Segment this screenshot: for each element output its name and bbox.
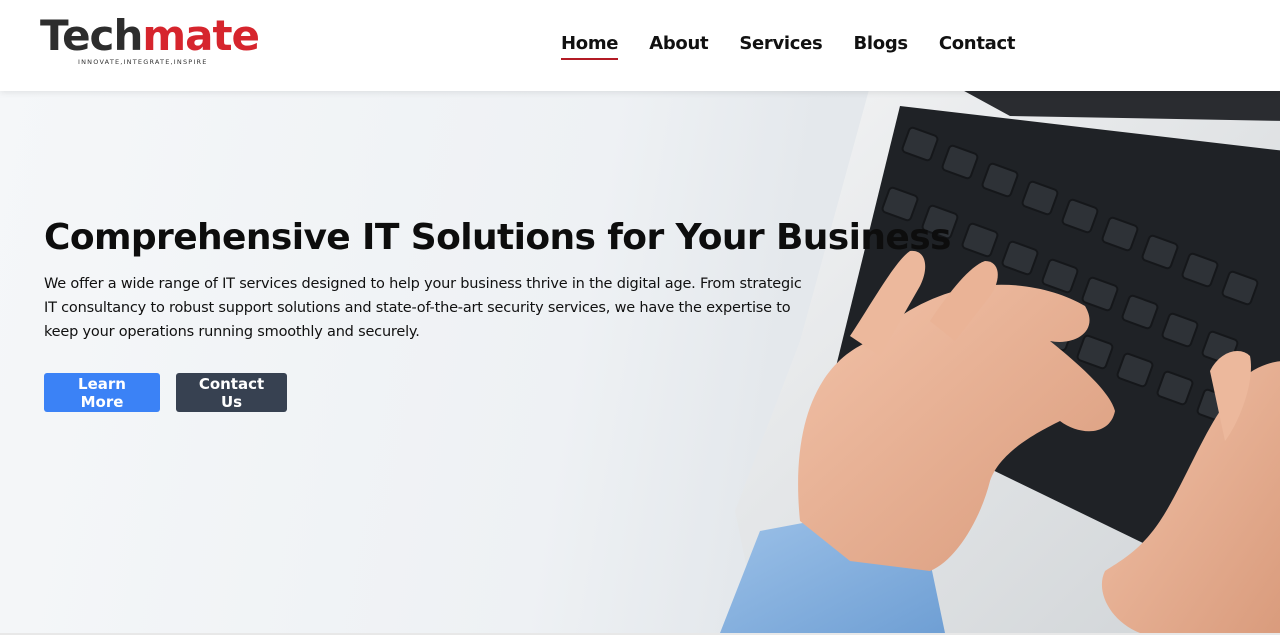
logo-text-mate: mate	[142, 11, 260, 60]
nav-services[interactable]: Services	[739, 33, 822, 54]
nav-about[interactable]: About	[649, 33, 708, 54]
hero-laptop-image	[720, 91, 1280, 633]
logo-text-tech: Tech	[40, 11, 143, 60]
hero-title: Comprehensive IT Solutions for Your Busi…	[44, 217, 951, 258]
nav-contact[interactable]: Contact	[939, 33, 1016, 54]
logo-wordmark: Techmate	[40, 14, 270, 58]
hero-section: Comprehensive IT Solutions for Your Busi…	[0, 91, 1280, 633]
nav-blogs[interactable]: Blogs	[853, 33, 908, 54]
learn-more-button[interactable]: Learn More	[44, 373, 160, 412]
nav-home[interactable]: Home	[561, 33, 619, 60]
logo-tagline: INNOVATE,INTEGRATE,INSPIRE	[78, 58, 208, 66]
contact-us-button[interactable]: Contact Us	[176, 373, 287, 412]
hero-description: We offer a wide range of IT services des…	[44, 276, 802, 340]
site-header: Techmate INNOVATE,INTEGRATE,INSPIRE Home…	[0, 0, 1280, 91]
main-nav: Home About Services Blogs Contact	[561, 33, 1016, 60]
brand-logo[interactable]: Techmate INNOVATE,INTEGRATE,INSPIRE	[40, 14, 270, 70]
